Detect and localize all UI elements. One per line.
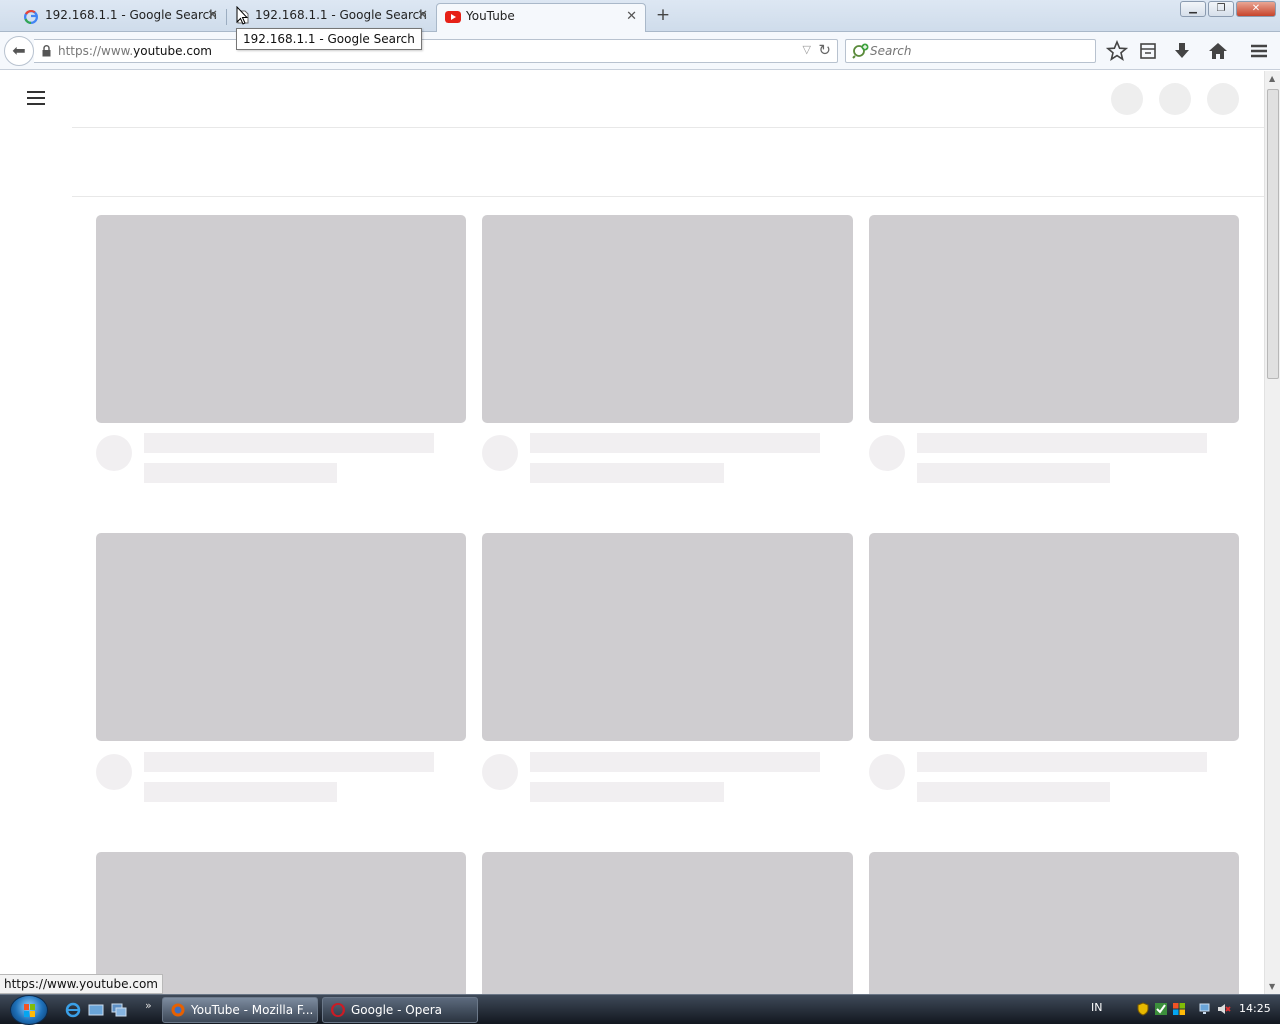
- page-viewport: [0, 71, 1264, 994]
- show-desktop-icon[interactable]: [88, 1002, 104, 1018]
- skeleton-title-line: [917, 752, 1207, 772]
- skeleton-thumbnail: [869, 533, 1239, 741]
- skeleton-thumbnail: [869, 215, 1239, 423]
- home-icon[interactable]: [1207, 40, 1229, 62]
- navigation-toolbar: ⬅ https://www.youtube.com ▽ ↻: [0, 32, 1280, 70]
- scroll-up-arrow-icon[interactable]: ▲: [1269, 74, 1275, 83]
- bookmarks-menu-icon[interactable]: [1137, 40, 1159, 62]
- language-indicator[interactable]: IN: [1091, 1001, 1102, 1014]
- skeleton-thumbnail: [96, 533, 466, 741]
- skeleton-title-line: [144, 433, 434, 453]
- reload-icon[interactable]: ↻: [818, 41, 831, 59]
- google-icon: [24, 10, 38, 24]
- window-controls: ▁ ❐ ✕: [1180, 1, 1276, 17]
- search-input[interactable]: [870, 42, 1090, 60]
- switch-windows-icon[interactable]: [111, 1002, 127, 1018]
- skeleton-header-button: [1159, 83, 1191, 115]
- address-bar[interactable]: https://www.youtube.com ▽ ↻: [34, 39, 838, 63]
- windows-logo-icon: [24, 1004, 35, 1017]
- skeleton-avatar: [96, 754, 132, 790]
- minimize-button[interactable]: ▁: [1180, 1, 1206, 17]
- skeleton-avatar: [482, 435, 518, 471]
- search-engine-icon: [852, 43, 869, 59]
- new-tab-button[interactable]: +: [652, 5, 674, 27]
- windows-flag-icon[interactable]: [1172, 1002, 1186, 1016]
- bookmark-star-icon[interactable]: [1106, 40, 1128, 62]
- scroll-down-arrow-icon[interactable]: ▼: [1269, 982, 1275, 991]
- taskbar-item-label: YouTube - Mozilla F...: [191, 1003, 314, 1017]
- tab-google-search-1[interactable]: 192.168.1.1 - Google Search ✕: [0, 3, 227, 32]
- close-window-button[interactable]: ✕: [1236, 1, 1276, 17]
- skeleton-thumbnail: [96, 215, 466, 423]
- skeleton-title-line: [917, 433, 1207, 453]
- status-url: https://www.youtube.com: [0, 974, 163, 994]
- taskbar-item-label: Google - Opera: [351, 1003, 443, 1017]
- tab-tooltip: 192.168.1.1 - Google Search: [236, 28, 422, 50]
- skeleton-title-line: [530, 433, 820, 453]
- skeleton-thumbnail: [482, 215, 853, 423]
- skeleton-thumbnail: [96, 852, 466, 994]
- skeleton-avatar: [869, 435, 905, 471]
- taskbar-item-firefox[interactable]: YouTube - Mozilla F...: [162, 997, 318, 1023]
- mouse-cursor-icon: [236, 6, 248, 25]
- tab-label: YouTube: [466, 9, 515, 23]
- youtube-icon: [445, 11, 461, 23]
- tab-close-icon[interactable]: ✕: [207, 8, 218, 23]
- header-divider: [72, 127, 1264, 128]
- restore-button[interactable]: ❐: [1208, 1, 1234, 17]
- taskbar-item-opera[interactable]: Google - Opera: [322, 997, 478, 1023]
- skeleton-avatar: [869, 754, 905, 790]
- tab-close-icon[interactable]: ✕: [417, 8, 428, 23]
- scrollbar-thumb[interactable]: [1267, 89, 1279, 379]
- firefox-icon: [171, 1003, 185, 1017]
- tab-label: 192.168.1.1 - Google Search: [255, 8, 427, 22]
- back-button[interactable]: ⬅: [4, 36, 34, 66]
- update-check-icon[interactable]: [1154, 1002, 1168, 1016]
- tab-close-icon[interactable]: ✕: [626, 9, 637, 24]
- system-clock[interactable]: 14:25: [1239, 1002, 1271, 1015]
- skeleton-header-button: [1207, 83, 1239, 115]
- skeleton-header-button: [1111, 83, 1143, 115]
- skeleton-thumbnail: [869, 852, 1239, 994]
- skeleton-meta-line: [917, 463, 1110, 483]
- skeleton-avatar: [482, 754, 518, 790]
- menu-icon[interactable]: [1248, 40, 1270, 62]
- url-prefix: https://www.: [58, 44, 134, 58]
- tab-youtube[interactable]: YouTube ✕: [436, 3, 646, 32]
- skeleton-thumbnail: [482, 533, 853, 741]
- search-bar[interactable]: [845, 39, 1096, 63]
- url-history-dropdown-icon[interactable]: ▽: [803, 43, 811, 56]
- skeleton-meta-line: [144, 463, 337, 483]
- download-icon[interactable]: [1171, 40, 1193, 62]
- skeleton-meta-line: [530, 463, 724, 483]
- url-domain: youtube.com: [133, 44, 212, 58]
- vertical-scrollbar[interactable]: ▲ ▼: [1264, 71, 1280, 994]
- opera-icon: [331, 1003, 345, 1017]
- tab-label: 192.168.1.1 - Google Search: [45, 8, 217, 22]
- volume-muted-icon[interactable]: [1217, 1002, 1231, 1016]
- chips-divider: [72, 196, 1264, 197]
- network-icon[interactable]: [1199, 1002, 1213, 1016]
- start-button[interactable]: [10, 995, 48, 1025]
- lock-icon: [42, 45, 51, 57]
- skeleton-title-line: [144, 752, 434, 772]
- skeleton-meta-line: [144, 782, 337, 802]
- skeleton-thumbnail: [482, 852, 853, 994]
- skeleton-title-line: [530, 752, 820, 772]
- skeleton-meta-line: [917, 782, 1110, 802]
- url-text: https://www.youtube.com: [58, 44, 212, 58]
- tab-strip: 192.168.1.1 - Google Search ✕ 192.168.1.…: [0, 0, 1280, 32]
- back-arrow-icon: ⬅: [12, 41, 26, 60]
- skeleton-meta-line: [530, 782, 724, 802]
- guide-menu-icon[interactable]: [27, 91, 45, 105]
- taskbar: » YouTube - Mozilla F... Google - Opera …: [0, 994, 1280, 1025]
- quicklaunch-overflow-icon[interactable]: »: [145, 999, 152, 1012]
- security-shield-icon[interactable]: [1136, 1002, 1150, 1016]
- skeleton-avatar: [96, 435, 132, 471]
- internet-explorer-icon[interactable]: [65, 1002, 81, 1018]
